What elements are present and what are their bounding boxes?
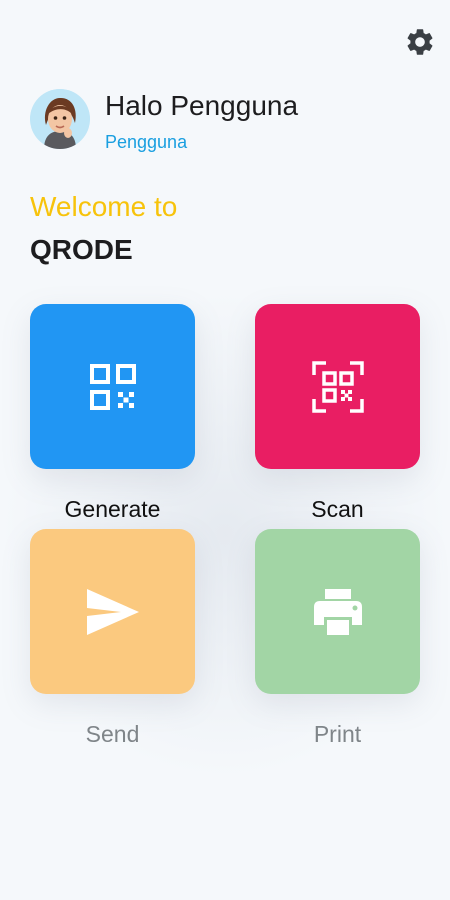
qr-code-icon (89, 363, 136, 410)
user-greeting: Halo Pengguna (105, 90, 299, 121)
gear-icon (407, 29, 433, 55)
send-icon (86, 588, 139, 635)
printer-icon (313, 588, 362, 635)
settings-button[interactable] (402, 24, 438, 60)
send-label: Send (85, 721, 140, 747)
generate-label: Generate (64, 496, 161, 522)
send-button[interactable] (30, 529, 195, 694)
welcome-text: Welcome to (30, 191, 178, 222)
generate-button[interactable] (30, 304, 195, 469)
user-role: Pengguna (105, 132, 188, 152)
home-screen: Halo Pengguna Pengguna Welcome to QRODE … (0, 0, 450, 900)
user-profile: Halo Pengguna Pengguna (30, 89, 410, 153)
qr-scan-icon (311, 360, 364, 413)
app-title: QRODE (30, 234, 133, 265)
scan-button[interactable] (255, 304, 420, 469)
avatar (30, 89, 90, 149)
memoji-avatar-icon (30, 89, 90, 149)
print-label: Print (313, 721, 362, 747)
scan-label: Scan (311, 496, 364, 522)
print-button[interactable] (255, 529, 420, 694)
